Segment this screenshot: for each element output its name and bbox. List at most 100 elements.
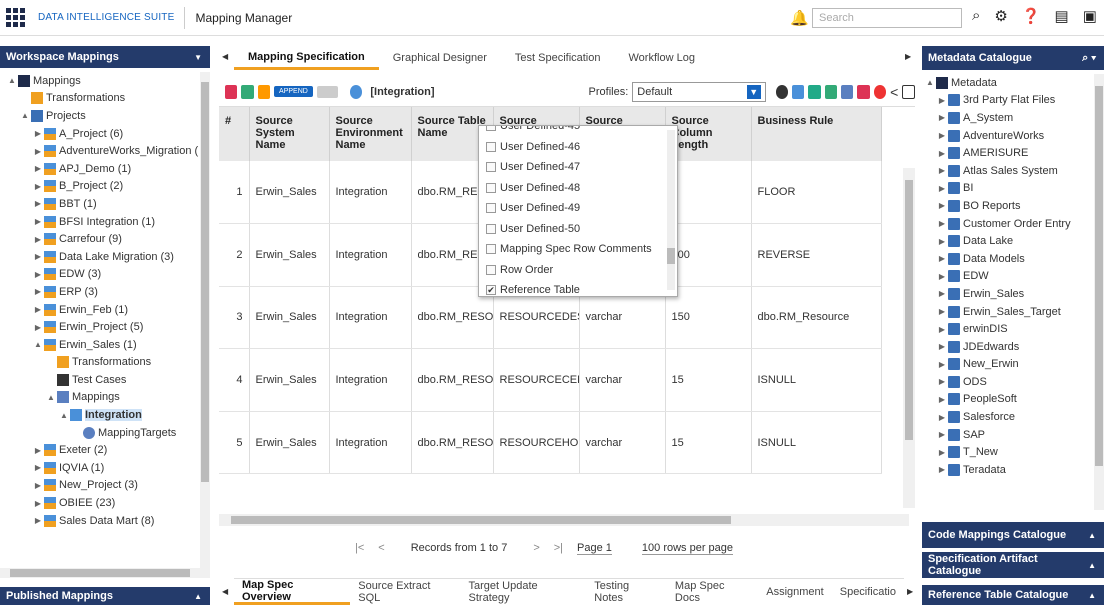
metadata-system-item[interactable]: ▶ New_Erwin <box>924 356 1092 374</box>
table-cell[interactable]: REVERSE <box>751 223 882 287</box>
table-cell[interactable]: varchar <box>579 348 666 412</box>
metadata-system-item[interactable]: ▶ JDEdwards <box>924 338 1092 356</box>
column-option[interactable]: User Defined-48 <box>479 178 677 199</box>
expand-arrow-icon[interactable]: ▶ <box>936 413 948 422</box>
metadata-system-item[interactable]: ▶ Erwin_Sales <box>924 285 1092 303</box>
table-cell[interactable]: Integration <box>329 223 412 287</box>
tree-node[interactable]: ▶ Erwin_Project (5) <box>0 318 200 336</box>
column-header[interactable]: Source Environment Name <box>329 107 412 161</box>
table-cell[interactable]: Integration <box>329 161 412 225</box>
checkbox[interactable] <box>486 126 496 132</box>
metadata-system-item[interactable]: ▶ Atlas Sales System <box>924 162 1092 180</box>
import-icon[interactable] <box>225 84 238 99</box>
expand-arrow-icon[interactable]: ▶ <box>32 305 44 314</box>
profile-select[interactable]: Default ▼ <box>632 81 766 102</box>
metadata-system-item[interactable]: ▶ AdventureWorks <box>924 127 1092 145</box>
expand-arrow-icon[interactable]: ▶ <box>32 252 44 261</box>
tab-scroll-left-icon[interactable]: ◀ <box>222 52 228 61</box>
metadata-system-item[interactable]: ▶ EDW <box>924 268 1092 286</box>
chevron-down-icon[interactable]: ▼ <box>194 53 202 62</box>
chevron-up-icon[interactable]: ▲ <box>1088 531 1096 540</box>
metadata-system-item[interactable]: ▶ Data Lake <box>924 232 1092 250</box>
metadata-system-item[interactable]: ▶ Erwin_Sales_Target <box>924 303 1092 321</box>
table-cell[interactable]: FLOOR <box>751 161 882 225</box>
expand-arrow-icon[interactable]: ▶ <box>936 254 948 263</box>
left-hscrollbar[interactable] <box>0 568 210 578</box>
table-cell[interactable]: dbo.RM_RESOURC <box>411 348 494 412</box>
refresh-icon[interactable] <box>350 84 363 99</box>
delete-icon[interactable] <box>857 84 870 99</box>
cancel-icon[interactable] <box>873 84 887 99</box>
expand-arrow-icon[interactable]: ▶ <box>936 377 948 386</box>
tab-scroll-right-icon[interactable]: ▶ <box>905 52 911 61</box>
expand-arrow-icon[interactable]: ▶ <box>936 166 948 175</box>
rows-per-page-select[interactable]: 100 rows per page <box>641 542 734 555</box>
metadata-system-item[interactable]: ▶ A_System <box>924 109 1092 127</box>
expand-arrow-icon[interactable]: ▶ <box>32 323 44 332</box>
tree-node[interactable]: ▶ APJ_Demo (1) <box>0 160 200 178</box>
expand-arrow-icon[interactable]: ▶ <box>32 199 44 208</box>
tree-node[interactable]: ▲ Mappings <box>0 72 200 90</box>
metadata-catalogue-header[interactable]: Metadata Catalogue ⌕ ▾ <box>922 46 1104 70</box>
search-doc-icon[interactable] <box>792 84 805 99</box>
catalogue-section-header[interactable]: Reference Table Catalogue ▲ <box>922 585 1104 605</box>
expand-arrow-icon[interactable]: ▲ <box>19 111 31 120</box>
metadata-system-item[interactable]: ▶ Teradata <box>924 461 1092 479</box>
metadata-system-item[interactable]: ▶ AMERISURE <box>924 144 1092 162</box>
grid-scroll-thumb[interactable] <box>905 180 913 440</box>
expand-arrow-icon[interactable]: ▶ <box>936 113 948 122</box>
bottom-tab-source-extract-sql[interactable]: Source Extract SQL <box>350 579 460 605</box>
search-icon[interactable]: ⌕ <box>972 7 980 25</box>
gear-icon[interactable]: ⚙ <box>994 7 1007 25</box>
grid-scrollbar[interactable] <box>903 168 915 508</box>
tree-node[interactable]: ▶ ERP (3) <box>0 283 200 301</box>
document-icon[interactable]: ▤ <box>1055 7 1069 25</box>
append-toggle[interactable] <box>316 85 338 98</box>
popup-scrollbar[interactable] <box>667 130 675 290</box>
expand-arrow-icon[interactable]: ▶ <box>936 149 948 158</box>
tab-graphical-designer[interactable]: Graphical Designer <box>379 46 501 70</box>
table-cell[interactable]: ISNULL <box>751 411 882 475</box>
table-cell[interactable]: 3 <box>219 286 250 350</box>
published-mappings-header[interactable]: Published Mappings ▲ <box>0 587 210 605</box>
expand-arrow-icon[interactable]: ▶ <box>936 237 948 246</box>
metadata-system-item[interactable]: ▶ erwinDIS <box>924 320 1092 338</box>
tab-test-specification[interactable]: Test Specification <box>501 46 615 70</box>
tree-node[interactable]: ▶ OBIEE (23) <box>0 494 200 512</box>
table-cell[interactable]: dbo.RM_RESOURC <box>411 411 494 475</box>
expand-arrow-icon[interactable]: ▶ <box>936 219 948 228</box>
chevron-up-icon[interactable]: ▲ <box>1088 561 1096 570</box>
tree-node[interactable]: ▶ New_Project (3) <box>0 477 200 495</box>
metadata-system-item[interactable]: ▶ SAP <box>924 426 1092 444</box>
table-row[interactable]: 4Erwin_SalesIntegrationdbo.RM_RESOURCRES… <box>219 348 882 412</box>
grid-view-icon[interactable] <box>241 84 254 99</box>
expand-arrow-icon[interactable]: ▶ <box>936 342 948 351</box>
tree-node[interactable]: MappingTargets <box>0 424 200 442</box>
right-scroll-thumb[interactable] <box>1095 86 1103 466</box>
maximize-icon[interactable] <box>902 84 915 99</box>
column-header[interactable]: Business Rule <box>751 107 882 161</box>
column-option[interactable]: User Defined-47 <box>479 157 677 178</box>
tree-node[interactable]: ▶ Carrefour (9) <box>0 230 200 248</box>
column-option[interactable]: User Defined-45 <box>479 126 677 137</box>
search-input[interactable]: Search <box>812 8 962 28</box>
expand-arrow-icon[interactable]: ▶ <box>936 448 948 457</box>
expand-arrow-icon[interactable]: ▶ <box>32 481 44 490</box>
expand-arrow-icon[interactable]: ▶ <box>936 289 948 298</box>
tree-node[interactable]: ▶ BFSI Integration (1) <box>0 213 200 231</box>
checkbox-checked[interactable]: ✔ <box>486 285 496 296</box>
grid-hscroll-thumb[interactable] <box>231 516 731 524</box>
expand-arrow-icon[interactable]: ▶ <box>936 395 948 404</box>
right-scrollbar[interactable] <box>1094 74 1104 510</box>
chevron-down-icon[interactable]: ▼ <box>746 84 761 99</box>
column-option[interactable]: ✔ Reference Table <box>479 280 677 296</box>
next-page-icon[interactable]: > <box>533 542 539 554</box>
first-page-icon[interactable]: |< <box>355 542 364 554</box>
chevron-up-icon[interactable]: ▲ <box>1088 591 1096 600</box>
metadata-system-item[interactable]: ▶ PeopleSoft <box>924 391 1092 409</box>
table-cell[interactable]: RESOURCEHOMEP <box>493 411 580 475</box>
metadata-system-item[interactable]: ▶ Customer Order Entry <box>924 215 1092 233</box>
table-row[interactable]: 5Erwin_SalesIntegrationdbo.RM_RESOURCRES… <box>219 411 882 475</box>
expand-arrow-icon[interactable]: ▶ <box>32 235 44 244</box>
expand-arrow-icon[interactable]: ▲ <box>924 78 936 87</box>
